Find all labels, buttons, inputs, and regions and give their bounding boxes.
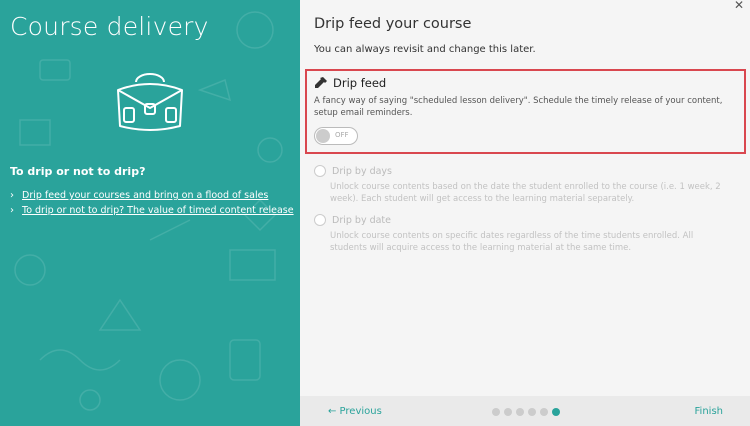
option-description: Unlock course contents on specific dates…	[330, 231, 694, 253]
left-subtitle: To drip or not to drip?	[10, 165, 146, 178]
step-dot	[540, 408, 548, 416]
step-indicator	[492, 408, 564, 416]
step-dot	[504, 408, 512, 416]
chevron-right-icon: ›	[10, 190, 14, 201]
dropper-icon	[315, 77, 327, 88]
help-link-row[interactable]: › Drip feed your courses and bring on a …	[10, 190, 295, 201]
help-links: › Drip feed your courses and bring on a …	[10, 190, 295, 220]
step-dot	[492, 408, 500, 416]
chevron-right-icon: ›	[10, 205, 14, 216]
drip-by-date-option[interactable]: Drip by date Unlock course contents on s…	[314, 214, 744, 254]
option-label: Drip by days	[332, 165, 393, 177]
dialog-heading: Drip feed your course	[314, 16, 472, 32]
option-description: Unlock course contents based on the date…	[330, 182, 721, 204]
left-title: Course delivery	[10, 12, 209, 41]
drip-feed-toggle[interactable]: OFF	[314, 127, 358, 145]
school-bag-icon	[117, 73, 183, 131]
step-dot	[516, 408, 524, 416]
wizard-footer: ← Previous Finish	[300, 396, 750, 426]
finish-button[interactable]: Finish	[695, 406, 723, 417]
toggle-label: OFF	[335, 131, 349, 139]
drip-feed-title: Drip feed	[314, 76, 386, 90]
radio-button[interactable]	[314, 165, 326, 177]
drip-by-days-option[interactable]: Drip by days Unlock course contents base…	[314, 165, 744, 205]
help-link[interactable]: To drip or not to drip? The value of tim…	[22, 205, 294, 216]
option-label: Drip by date	[332, 214, 392, 226]
help-link[interactable]: Drip feed your courses and bring on a fl…	[22, 190, 268, 201]
left-panel: Course delivery To drip or not to drip? …	[0, 0, 300, 426]
help-link-row[interactable]: › To drip or not to drip? The value of t…	[10, 205, 295, 216]
step-dot	[528, 408, 536, 416]
previous-button[interactable]: ← Previous	[328, 406, 382, 417]
drip-feed-description: A fancy way of saying "scheduled lesson …	[314, 96, 723, 118]
drip-feed-label: Drip feed	[333, 76, 387, 90]
dialog-subheading: You can always revisit and change this l…	[314, 44, 536, 55]
radio-button[interactable]	[314, 214, 326, 226]
toggle-knob	[316, 129, 330, 143]
close-icon[interactable]: ✕	[734, 0, 744, 12]
dialog-panel: ✕ Drip feed your course You can always r…	[300, 0, 750, 426]
step-dot-active	[552, 408, 560, 416]
